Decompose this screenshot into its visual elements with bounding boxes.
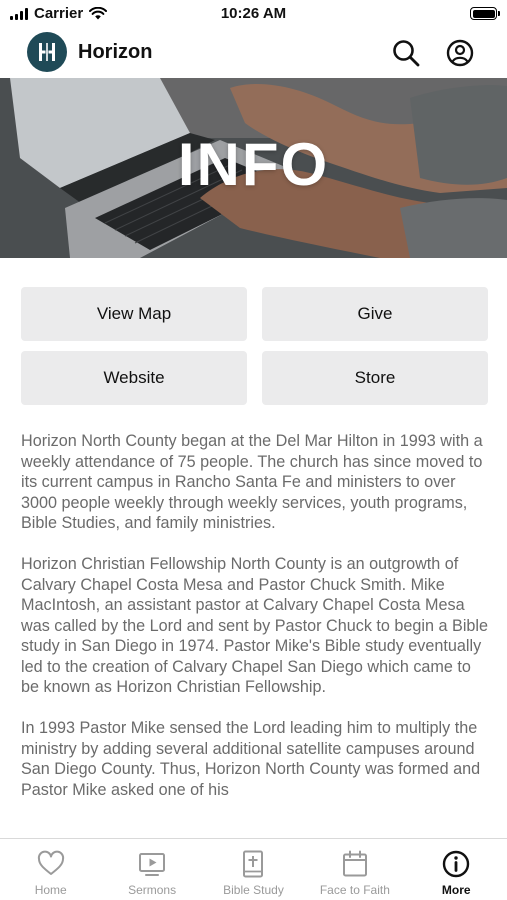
hero-title: INFO bbox=[177, 131, 330, 198]
store-button[interactable]: Store bbox=[262, 351, 488, 405]
tab-sermons[interactable]: Sermons bbox=[101, 839, 202, 900]
action-button-grid: View Map Give Website Store bbox=[21, 287, 488, 405]
give-button[interactable]: Give bbox=[262, 287, 488, 341]
tab-label: Face to Faith bbox=[319, 883, 390, 897]
tab-bar: Home Sermons Bible Study Face to Faith M… bbox=[0, 838, 507, 900]
video-icon bbox=[139, 853, 166, 876]
tab-face-to-faith[interactable]: Face to Faith bbox=[304, 839, 405, 900]
tab-more[interactable]: More bbox=[406, 839, 507, 900]
profile-icon[interactable] bbox=[445, 38, 475, 68]
tab-home[interactable]: Home bbox=[0, 839, 101, 900]
info-paragraph: Horizon North County began at the Del Ma… bbox=[21, 432, 483, 532]
app-header: Horizon bbox=[0, 30, 507, 78]
hero-banner: INFO bbox=[0, 78, 507, 258]
heart-icon bbox=[37, 850, 64, 875]
horizon-logo-mark bbox=[39, 43, 55, 61]
info-paragraph: Horizon Christian Fellowship North Count… bbox=[21, 555, 489, 696]
search-icon[interactable] bbox=[391, 38, 421, 68]
horizon-logo[interactable] bbox=[27, 32, 67, 72]
view-map-button[interactable]: View Map bbox=[21, 287, 247, 341]
calendar-icon bbox=[342, 850, 367, 877]
tab-label: More bbox=[441, 883, 471, 897]
status-bar: Carrier 10:26 AM bbox=[0, 0, 507, 30]
clock: 10:26 AM bbox=[220, 5, 287, 22]
tab-label: Home bbox=[34, 883, 67, 897]
info-icon bbox=[443, 850, 470, 878]
info-paragraph: In 1993 Pastor Mike sensed the Lord lead… bbox=[21, 719, 481, 799]
tab-label: Sermons bbox=[128, 883, 177, 897]
bible-icon bbox=[243, 850, 264, 878]
battery-icon bbox=[470, 7, 500, 20]
info-description: Horizon North County began at the Del Ma… bbox=[21, 431, 491, 837]
tab-label: Bible Study bbox=[223, 883, 284, 897]
app-title: Horizon bbox=[78, 41, 153, 63]
tab-bible-study[interactable]: Bible Study bbox=[203, 839, 304, 900]
website-button[interactable]: Website bbox=[21, 351, 247, 405]
